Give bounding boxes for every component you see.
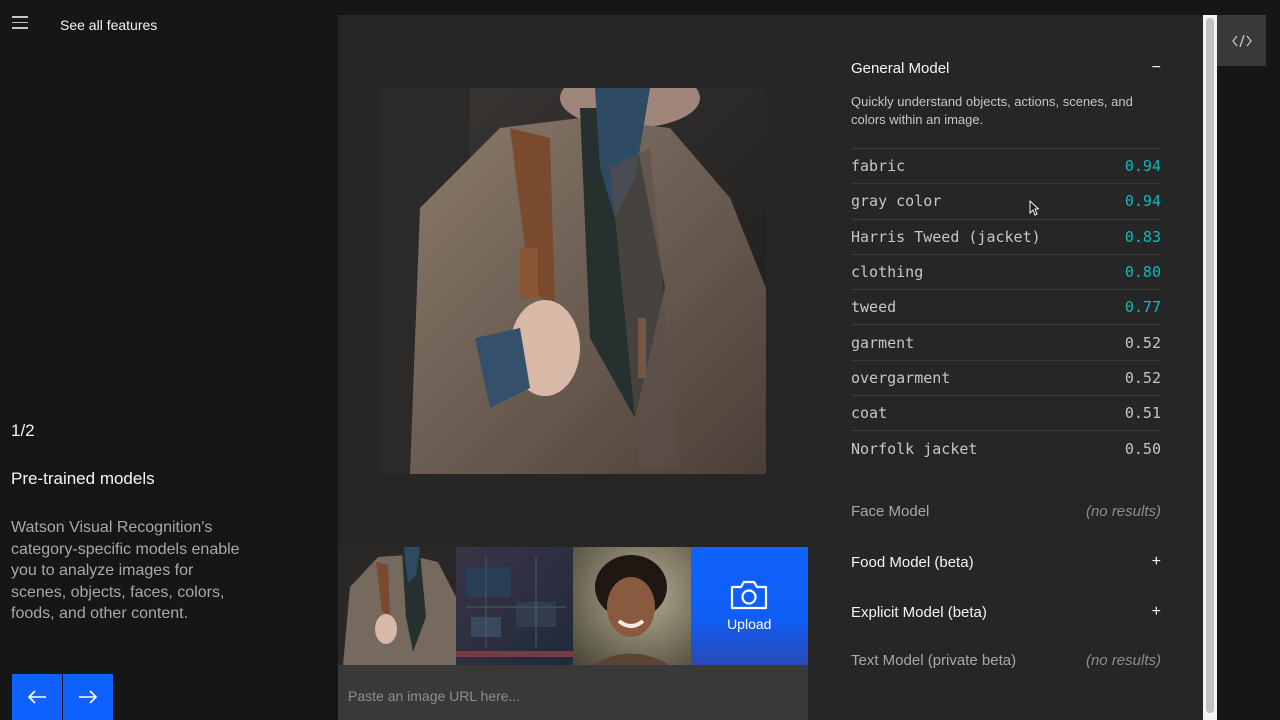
slide-description: Watson Visual Recognition's category-spe…: [11, 519, 240, 623]
expand-icon[interactable]: +: [1152, 603, 1161, 621]
image-panel: Upload: [338, 15, 808, 720]
food-model-header[interactable]: Food Model (beta) +: [851, 553, 1161, 571]
collapse-icon[interactable]: −: [1152, 59, 1161, 77]
camera-icon: [731, 580, 768, 610]
results-panel: General Model − Quickly understand objec…: [808, 15, 1203, 720]
general-model-header[interactable]: General Model −: [851, 59, 1161, 77]
left-panel: See all features 1/2 Pre-trained models …: [0, 0, 338, 720]
result-row: Norfolk jacket 0.50: [851, 430, 1161, 465]
general-model-description: Quickly understand objects, actions, sce…: [851, 94, 1133, 127]
tweed-jacket-thumbnail[interactable]: [338, 547, 456, 665]
smiling-woman-thumbnail[interactable]: [573, 547, 691, 665]
arrow-right-icon: [79, 690, 98, 704]
result-row: fabric 0.94: [851, 148, 1161, 183]
see-all-features-link[interactable]: See all features: [60, 17, 157, 33]
result-score: 0.52: [1124, 333, 1161, 352]
upload-button[interactable]: Upload: [690, 547, 808, 665]
code-view-button[interactable]: [1217, 15, 1266, 66]
result-label: gray color: [851, 192, 942, 211]
result-row: tweed 0.77: [851, 289, 1161, 324]
previous-slide-button[interactable]: [12, 674, 62, 720]
scrollbar-thumb[interactable]: [1206, 18, 1214, 713]
result-row: clothing 0.80: [851, 253, 1161, 289]
next-slide-button[interactable]: [63, 674, 113, 720]
result-score: 0.52: [1124, 368, 1161, 387]
result-label: Norfolk jacket: [851, 439, 978, 458]
circuit-board-thumbnail[interactable]: [455, 547, 573, 665]
result-row: Harris Tweed (jacket) 0.83: [851, 218, 1161, 254]
general-model-results: fabric 0.94 gray color 0.94 Harris Tweed…: [851, 148, 1161, 466]
food-model-title: Food Model (beta): [851, 553, 974, 571]
explicit-model-header[interactable]: Explicit Model (beta) +: [851, 603, 1161, 621]
result-row: gray color 0.94: [851, 183, 1161, 218]
result-row: coat 0.51: [851, 395, 1161, 430]
code-icon: [1231, 34, 1252, 47]
face-model-header: Face Model (no results): [851, 503, 1161, 520]
result-label: overgarment: [851, 368, 951, 387]
result-score: 0.94: [1124, 192, 1161, 211]
explicit-model-title: Explicit Model (beta): [851, 603, 987, 621]
url-bar: [338, 665, 808, 720]
general-model-title: General Model: [851, 59, 950, 77]
selected-image: [380, 88, 766, 474]
result-score: 0.83: [1124, 227, 1161, 246]
expand-icon[interactable]: +: [1152, 553, 1161, 571]
face-model-title: Face Model: [851, 503, 930, 520]
result-label: tweed: [851, 298, 897, 317]
result-score: 0.51: [1124, 404, 1161, 423]
page: See all features 1/2 Pre-trained models …: [0, 0, 1280, 720]
slide-title: Pre-trained models: [11, 469, 155, 488]
thumbnail-strip: Upload: [338, 547, 808, 665]
result-label: clothing: [851, 263, 924, 282]
hamburger-menu-icon[interactable]: [12, 16, 28, 30]
result-row: garment 0.52: [851, 324, 1161, 359]
result-label: fabric: [851, 157, 906, 176]
result-score: 0.77: [1124, 298, 1161, 317]
result-score: 0.80: [1124, 263, 1161, 282]
face-model-status: (no results): [1085, 503, 1161, 520]
result-label: Harris Tweed (jacket): [851, 227, 1041, 246]
text-model-status: (no results): [1085, 652, 1161, 669]
text-model-header: Text Model (private beta) (no results): [851, 652, 1161, 669]
result-label: garment: [851, 333, 915, 352]
mouse-pointer-icon: [1029, 200, 1039, 216]
upload-label: Upload: [727, 616, 772, 632]
arrow-left-icon: [27, 690, 46, 704]
result-score: 0.50: [1124, 439, 1161, 458]
result-label: coat: [851, 404, 888, 423]
result-row: overgarment 0.52: [851, 359, 1161, 395]
slide-counter: 1/2: [11, 421, 35, 440]
text-model-title: Text Model (private beta): [851, 652, 1017, 669]
image-url-input[interactable]: [348, 688, 798, 704]
result-score: 0.94: [1124, 157, 1161, 176]
